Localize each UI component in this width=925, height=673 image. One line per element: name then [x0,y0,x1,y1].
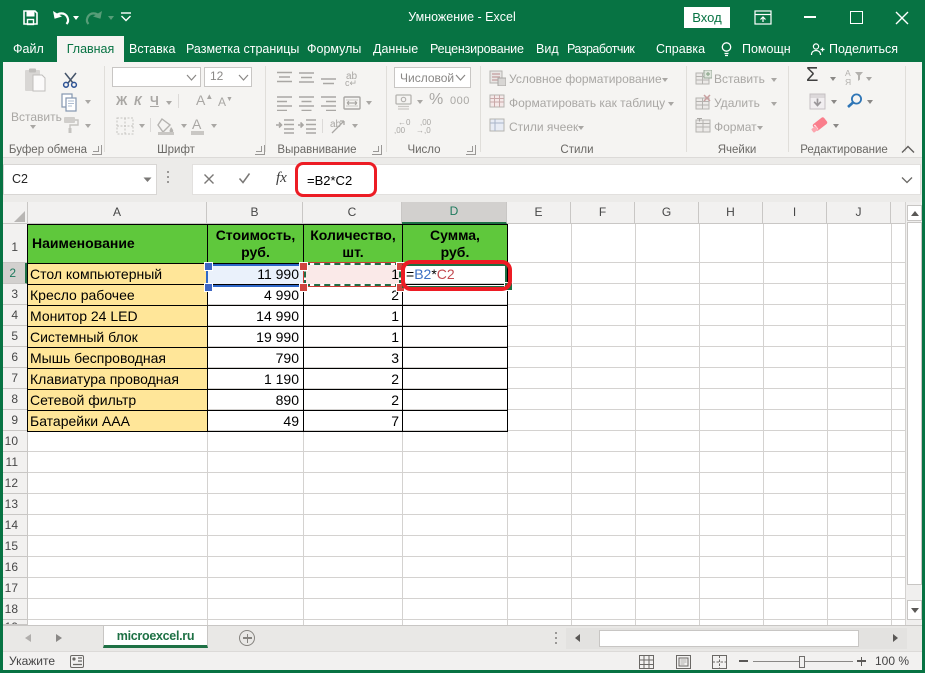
svg-text:Я: Я [845,77,851,86]
svg-text:,00: ,00 [394,126,406,134]
svg-text:→,0: →,0 [416,126,431,134]
svg-text:c↵: c↵ [345,78,357,86]
